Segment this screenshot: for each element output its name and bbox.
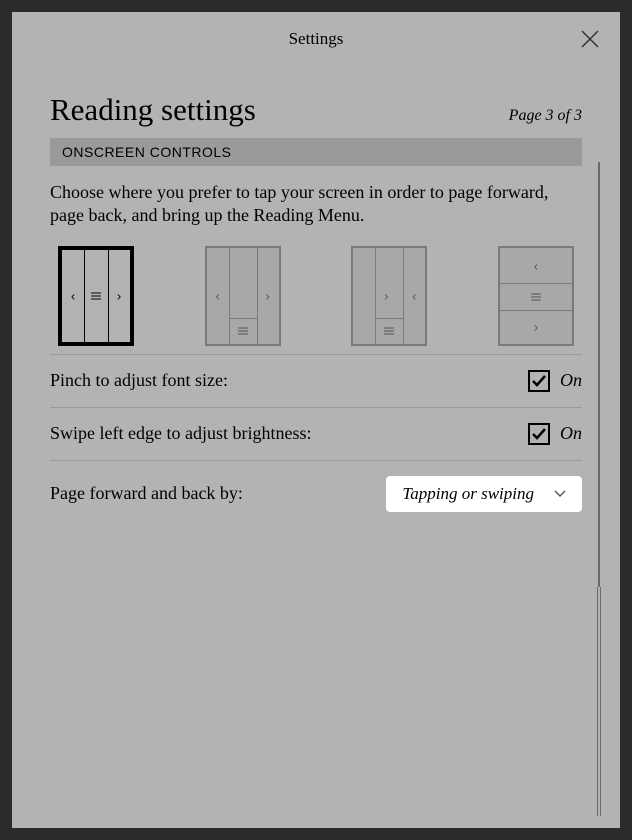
layout-options: ‹ › ‹ › — [50, 246, 582, 354]
settings-dialog: Settings Reading settings Page 3 of 3 ON… — [12, 12, 620, 828]
setting-label: Swipe left edge to adjust brightness: — [50, 423, 311, 444]
chevron-down-icon — [554, 490, 566, 498]
setting-label: Pinch to adjust font size: — [50, 370, 228, 391]
chevron-left-icon: ‹ — [534, 258, 538, 273]
close-button[interactable] — [580, 29, 600, 54]
checkbox-icon — [528, 370, 550, 392]
checkbox-icon — [528, 423, 550, 445]
close-icon — [580, 29, 600, 49]
menu-icon — [531, 293, 541, 301]
layout-option-1[interactable]: ‹ › — [58, 246, 134, 346]
setting-label: Page forward and back by: — [50, 483, 243, 504]
chevron-left-icon: ‹ — [215, 288, 219, 303]
chevron-left-icon: ‹ — [412, 288, 416, 303]
toggle-state: On — [560, 370, 582, 391]
menu-icon — [91, 292, 101, 300]
setting-swipe: Swipe left edge to adjust brightness: On — [50, 407, 582, 460]
layout-option-2[interactable]: ‹ › — [205, 246, 281, 346]
layout-option-3[interactable]: › ‹ — [351, 246, 427, 346]
dialog-header: Settings — [12, 12, 620, 66]
toggle-state: On — [560, 423, 582, 444]
menu-icon — [238, 327, 248, 335]
chevron-right-icon: › — [384, 288, 388, 303]
page-indicator: Page 3 of 3 — [509, 107, 582, 125]
setting-paging: Page forward and back by: Tapping or swi… — [50, 460, 582, 527]
chevron-right-icon: › — [534, 319, 538, 334]
section-header: ONSCREEN CONTROLS — [50, 138, 582, 166]
setting-pinch: Pinch to adjust font size: On — [50, 354, 582, 407]
dropdown-value: Tapping or swiping — [402, 484, 534, 504]
chevron-left-icon: ‹ — [71, 288, 75, 303]
swipe-toggle[interactable]: On — [528, 423, 582, 445]
paging-dropdown[interactable]: Tapping or swiping — [386, 476, 582, 512]
dialog-content: Reading settings Page 3 of 3 ONSCREEN CO… — [12, 66, 620, 527]
pinch-toggle[interactable]: On — [528, 370, 582, 392]
chevron-right-icon: › — [117, 288, 121, 303]
scroll-indicator[interactable] — [598, 162, 600, 816]
chevron-right-icon: › — [265, 288, 269, 303]
dialog-title: Settings — [289, 29, 344, 48]
layout-option-4[interactable]: ‹ › — [498, 246, 574, 346]
section-description: Choose where you prefer to tap your scre… — [50, 166, 582, 246]
menu-icon — [384, 327, 394, 335]
page-title: Reading settings — [50, 92, 256, 128]
